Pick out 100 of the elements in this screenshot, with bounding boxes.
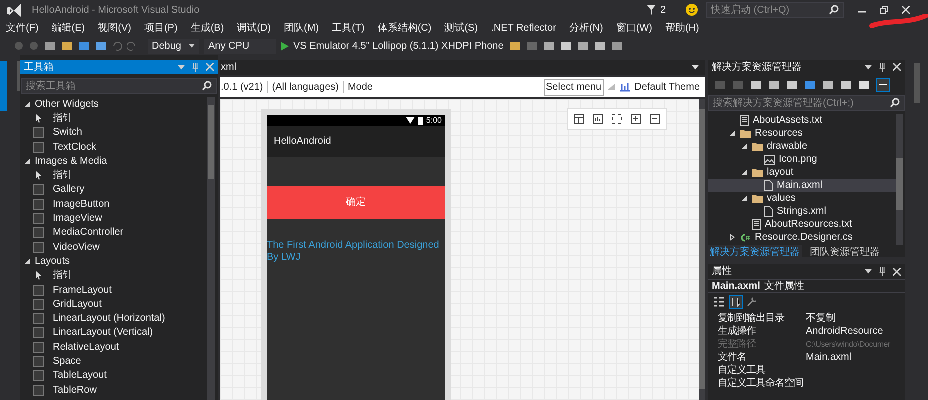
dropdown-icon[interactable] — [865, 64, 872, 70]
scrollbar-thumb[interactable] — [699, 109, 705, 389]
expand-arrow-icon[interactable] — [24, 258, 31, 265]
wrench-icon[interactable] — [747, 296, 758, 307]
zoom-out-icon[interactable] — [650, 114, 660, 124]
toolbox-group[interactable]: Other Widgets — [20, 97, 207, 112]
toolbar-icon[interactable] — [610, 40, 623, 52]
menu-item[interactable]: 体系结构(C) — [378, 21, 432, 36]
tree-item[interactable]: values — [708, 192, 896, 205]
toolbox-item[interactable]: 指针 — [20, 168, 207, 183]
toolbox-item[interactable]: TextClock — [20, 140, 207, 154]
close-icon[interactable] — [902, 6, 910, 14]
toolbox-item[interactable]: LinearLayout (Horizontal) — [20, 311, 207, 326]
tree-item[interactable]: Icon.png — [708, 153, 896, 166]
property-value[interactable]: Main.axml — [806, 350, 905, 365]
layout-icon[interactable] — [574, 114, 584, 124]
confirm-button[interactable]: 确定 — [267, 186, 445, 219]
search-icon[interactable] — [829, 5, 839, 15]
side-tab[interactable] — [0, 61, 8, 111]
preview-toggle-icon[interactable] — [876, 78, 890, 92]
toolbox-search-field[interactable]: 搜索工具箱 — [21, 78, 217, 94]
toolbar-icon[interactable] — [508, 40, 521, 52]
dropdown-icon[interactable] — [189, 44, 196, 48]
close-icon[interactable] — [893, 63, 901, 71]
toolbox-item[interactable]: TableLayout — [20, 368, 207, 383]
scrollbar-thumb[interactable] — [896, 158, 903, 210]
dropdown-icon[interactable] — [865, 269, 872, 274]
tree-item[interactable]: Resource.Designer.cs — [708, 231, 896, 244]
redo-icon[interactable] — [127, 41, 137, 51]
expand-arrow-icon[interactable] — [24, 100, 31, 108]
menu-item[interactable]: 团队(M) — [284, 21, 320, 36]
toolbar-icon[interactable] — [44, 40, 56, 52]
filter-icon[interactable] — [647, 5, 656, 15]
menu-item[interactable]: 视图(V) — [98, 21, 132, 36]
toolbox-item[interactable]: ImageButton — [20, 197, 207, 212]
toolbox-item[interactable]: GridLayout — [20, 297, 207, 312]
toolbox-item[interactable]: RelativeLayout — [20, 340, 207, 354]
toolbox-item[interactable]: 指针 — [20, 268, 207, 283]
toolbar-icon[interactable] — [822, 79, 834, 91]
toolbar-icon[interactable] — [95, 40, 107, 52]
mode-selector[interactable]: Mode — [348, 80, 373, 94]
tree-item[interactable]: AboutResources.txt — [708, 218, 896, 231]
scrollbar-thumb[interactable] — [208, 105, 214, 179]
tree-item[interactable]: drawable — [708, 140, 896, 153]
fullscreen-icon[interactable] — [612, 114, 622, 124]
expand-arrow-icon[interactable] — [740, 195, 748, 202]
solution-search-field[interactable]: 搜索解决方案资源管理器(Ctrl+;) — [708, 95, 905, 111]
panel-tab[interactable]: 解决方案资源管理器 — [708, 245, 802, 257]
toolbox-item[interactable]: ImageView — [20, 211, 207, 226]
undo-icon[interactable] — [112, 41, 122, 51]
toolbar-icon[interactable] — [594, 40, 606, 52]
toolbox-item[interactable]: MediaController — [20, 226, 207, 240]
run-button[interactable]: VS Emulator 4.5" Lollipop (5.1.1) XHDPI Phone — [281, 38, 504, 54]
tree-item[interactable]: Resources — [708, 127, 896, 140]
menu-item[interactable]: .NET Reflector — [491, 21, 556, 36]
toolbox-group[interactable]: Images & Media — [20, 154, 207, 168]
expand-arrow-icon[interactable] — [728, 234, 736, 241]
search-icon[interactable] — [202, 81, 212, 91]
pin-icon[interactable] — [878, 62, 887, 72]
api-level-selector[interactable]: .0.1 (v21) — [221, 80, 264, 94]
toolbox-item[interactable]: 指针 — [20, 111, 207, 126]
toolbox-item[interactable]: Space — [20, 354, 207, 369]
menu-item[interactable]: 调试(D) — [237, 21, 272, 36]
menu-item[interactable]: 文件(F) — [6, 21, 39, 36]
menu-item[interactable]: 生成(B) — [190, 21, 224, 36]
select-menu-button[interactable]: Select menu — [544, 78, 604, 96]
dropdown-icon[interactable] — [692, 65, 699, 70]
menu-item[interactable]: 项目(P) — [144, 21, 178, 36]
sort-icon[interactable] — [729, 294, 743, 308]
toolbox-item[interactable]: LinearLayout (Vertical) — [20, 326, 207, 340]
tree-item[interactable]: layout — [708, 166, 896, 179]
categorized-icon[interactable] — [713, 296, 725, 308]
toolbox-item[interactable]: Gallery — [20, 182, 207, 198]
notification-count[interactable]: 2 — [660, 2, 666, 18]
toolbar-icon[interactable] — [542, 40, 555, 52]
restore-icon[interactable] — [880, 6, 888, 14]
toolbar-icon[interactable] — [750, 79, 762, 91]
panel-tab[interactable]: 团队资源管理器 — [808, 245, 882, 257]
menu-item[interactable]: 工具(T) — [332, 21, 365, 36]
toolbox-item[interactable]: TableRow — [20, 382, 207, 398]
menu-item[interactable]: 测试(S) — [444, 21, 478, 36]
chart-icon[interactable] — [593, 114, 603, 124]
menu-item[interactable]: 分析(N) — [569, 21, 604, 36]
toolbox-item[interactable]: Switch — [20, 126, 207, 140]
tree-item[interactable]: AboutAssets.txt — [708, 114, 896, 127]
toolbar-icon[interactable] — [804, 79, 816, 91]
menu-item[interactable]: 帮助(H) — [665, 21, 700, 36]
toolbar-icon[interactable] — [61, 40, 73, 52]
platform-dropdown[interactable]: Any CPU — [204, 38, 276, 54]
toolbar-icon[interactable] — [858, 79, 870, 91]
quick-launch-field[interactable]: 快速启动 (Ctrl+Q) — [706, 2, 844, 18]
pin-icon[interactable] — [878, 267, 887, 276]
property-value[interactable]: AndroidResource — [806, 324, 905, 339]
toolbar-icon[interactable] — [840, 79, 852, 91]
theme-selector[interactable]: Default Theme — [634, 80, 700, 94]
search-icon[interactable] — [890, 98, 900, 108]
menu-item[interactable]: 编辑(E) — [52, 21, 86, 36]
toolbar-icon[interactable] — [560, 40, 572, 52]
toolbar-icon[interactable] — [786, 79, 798, 91]
toolbar-icon[interactable] — [576, 40, 589, 52]
